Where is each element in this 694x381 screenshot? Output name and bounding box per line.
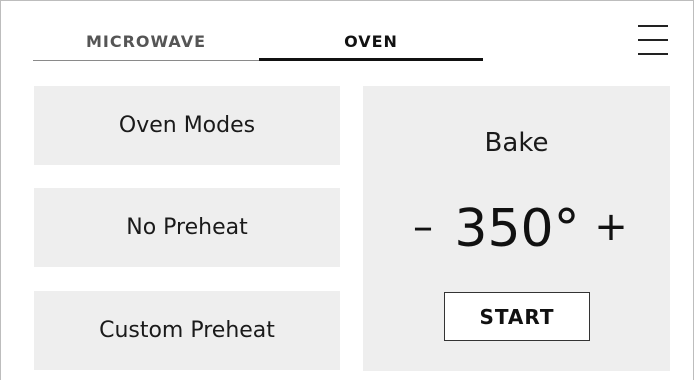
- custom-preheat-button[interactable]: Custom Preheat: [34, 291, 340, 370]
- increase-temperature-button[interactable]: +: [591, 202, 631, 252]
- menu-line: [638, 39, 668, 41]
- tab-bar: MICROWAVE OVEN: [33, 22, 483, 62]
- menu-line: [638, 25, 668, 27]
- oven-control-panel: Bake – 350° + START: [363, 86, 670, 371]
- menu-line: [638, 53, 668, 55]
- temperature-row: – 350° +: [363, 194, 670, 264]
- tab-underline: [33, 60, 259, 61]
- hamburger-menu-icon[interactable]: [636, 22, 670, 56]
- tab-microwave[interactable]: MICROWAVE: [33, 22, 259, 60]
- decrease-temperature-button[interactable]: –: [403, 202, 443, 252]
- mode-title: Bake: [484, 128, 549, 158]
- temperature-value: 350°: [454, 199, 580, 259]
- start-button[interactable]: START: [444, 292, 590, 341]
- tab-oven[interactable]: OVEN: [259, 22, 483, 60]
- oven-modes-button[interactable]: Oven Modes: [34, 86, 340, 165]
- active-tab-indicator: [259, 58, 483, 61]
- no-preheat-button[interactable]: No Preheat: [34, 188, 340, 267]
